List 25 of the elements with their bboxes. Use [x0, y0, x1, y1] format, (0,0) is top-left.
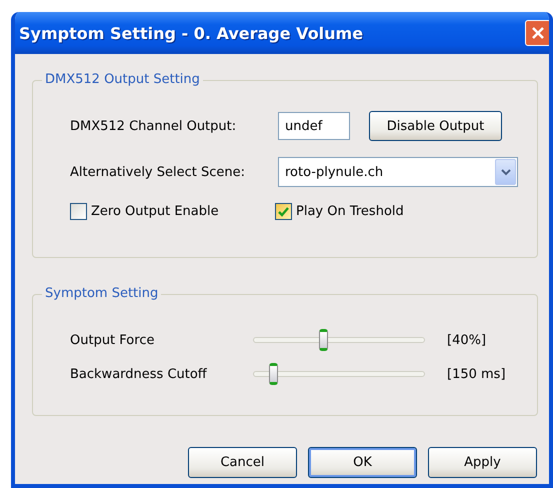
checkbox[interactable] — [275, 203, 292, 220]
channel-field[interactable]: undef — [278, 112, 350, 140]
slider-track[interactable] — [253, 329, 425, 351]
slider-label: Backwardness Cutoff — [70, 366, 208, 382]
slider-reading: [150 ms] — [447, 366, 507, 382]
close-button[interactable] — [525, 20, 549, 46]
checkbox-label: Zero Output Enable — [91, 204, 219, 219]
disable-output-button[interactable]: Disable Output — [369, 111, 502, 141]
field-label: Alternatively Select Scene: — [70, 164, 246, 180]
close-icon — [531, 26, 545, 40]
group-title: DMX512 Output Setting — [42, 72, 203, 88]
field-label: DMX512 Channel Output: — [70, 118, 238, 134]
scene-dropdown[interactable]: roto-plynule.ch — [278, 157, 518, 187]
slider-thumb[interactable] — [268, 363, 278, 385]
dialog-button[interactable]: OK — [308, 447, 417, 478]
checkbox-label: Play On Treshold — [296, 204, 404, 219]
slider-track[interactable] — [253, 363, 425, 385]
dialog-button[interactable]: Cancel — [188, 447, 297, 478]
slider-thumb[interactable] — [318, 329, 328, 351]
group-title: Symptom Setting — [42, 286, 162, 302]
dialog-button[interactable]: Apply — [428, 447, 537, 478]
window-title: Symptom Setting - 0. Average Volume — [18, 24, 364, 42]
checkbox[interactable] — [70, 203, 87, 220]
slider-label: Output Force — [70, 332, 156, 348]
slider-reading: [40%] — [447, 332, 488, 348]
